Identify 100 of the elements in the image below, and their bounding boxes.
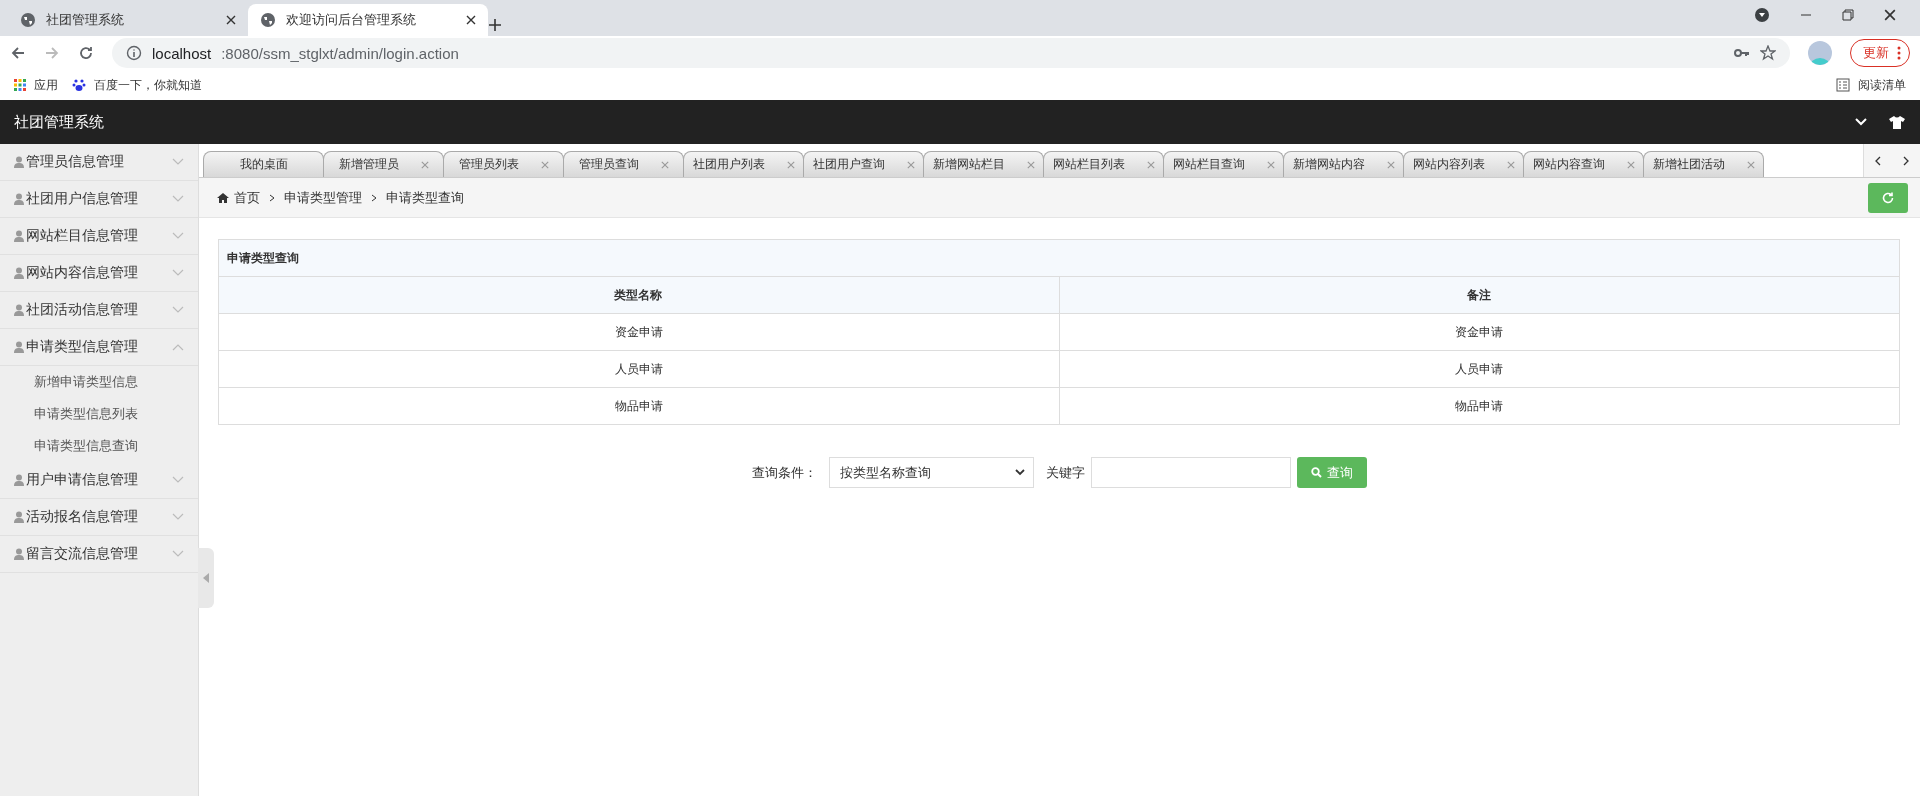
user-icon — [14, 548, 24, 560]
back-icon[interactable] — [10, 45, 26, 61]
close-icon — [540, 160, 549, 169]
close-icon — [1266, 160, 1275, 169]
sidebar-subitem[interactable]: 申请类型信息列表 — [0, 398, 198, 430]
close-icon — [420, 160, 429, 169]
collapse-handle[interactable] — [198, 548, 214, 608]
more-icon — [1897, 46, 1901, 60]
chevron-up-icon — [172, 343, 184, 351]
home-icon — [217, 191, 229, 204]
table-cell: 资金申请 — [1059, 313, 1900, 351]
chevron-down-icon — [172, 269, 184, 277]
column-header: 类型名称 — [218, 276, 1059, 314]
user-icon — [14, 267, 24, 279]
query-label: 查询条件： — [751, 463, 817, 482]
chevron-down-icon — [172, 513, 184, 521]
close-icon — [1026, 160, 1035, 169]
app-title: 社团管理系统 — [14, 112, 105, 132]
close-icon — [1386, 160, 1395, 169]
user-icon — [14, 341, 24, 353]
keyword-field[interactable] — [1090, 457, 1291, 488]
page-tab[interactable]: 新增网站栏目 — [923, 151, 1044, 177]
page-tab[interactable]: 新增网站内容 — [1283, 151, 1404, 177]
page-tab[interactable]: 管理员列表 — [443, 151, 564, 177]
sidebar-item[interactable]: 网站内容信息管理 — [0, 255, 198, 292]
breadcrumb-link[interactable]: 申请类型管理 — [284, 188, 362, 207]
table-cell: 物品申请 — [1059, 387, 1900, 425]
shirt-icon[interactable] — [1888, 115, 1906, 129]
globe-icon — [20, 12, 36, 28]
update-button[interactable]: 更新 — [1850, 39, 1910, 67]
sidebar-item[interactable]: 管理员信息管理 — [0, 144, 198, 181]
chevron-down-icon — [172, 158, 184, 166]
chevron-down-icon — [172, 476, 184, 484]
browser-tab[interactable]: 欢迎访问后台管理系统 — [248, 4, 488, 36]
user-icon — [14, 474, 24, 486]
close-icon — [1746, 160, 1755, 169]
breadcrumb-link[interactable]: 申请类型查询 — [386, 188, 464, 207]
close-icon — [1146, 160, 1155, 169]
page-tab[interactable]: 网站栏目查询 — [1163, 151, 1284, 177]
user-icon — [14, 511, 24, 523]
sidebar-item[interactable]: 留言交流信息管理 — [0, 536, 198, 573]
close-icon[interactable] — [1884, 9, 1896, 21]
breadcrumb-link[interactable]: 首页 — [217, 188, 260, 207]
chevron-left-icon — [1874, 155, 1882, 166]
reload-icon[interactable] — [78, 45, 94, 61]
tab-search-icon[interactable] — [1754, 7, 1770, 23]
sidebar-item[interactable]: 社团用户信息管理 — [0, 181, 198, 218]
chevron-down-icon — [172, 306, 184, 314]
close-icon — [226, 15, 236, 25]
sidebar-item[interactable]: 用户申请信息管理 — [0, 462, 198, 499]
sidebar-subitem[interactable]: 申请类型信息查询 — [0, 430, 198, 462]
page-tab[interactable]: 网站内容列表 — [1403, 151, 1524, 177]
page-tab[interactable]: 管理员查询 — [563, 151, 684, 177]
chevron-down-icon[interactable] — [1854, 117, 1868, 127]
sidebar-subitem[interactable]: 新增申请类型信息 — [0, 366, 198, 398]
chevron-down-icon — [172, 550, 184, 558]
keyword-label: 关键字 — [1045, 463, 1085, 482]
list-icon — [1836, 78, 1850, 92]
condition-select[interactable]: 按类型名称查询 — [828, 457, 1034, 488]
page-tab[interactable]: 我的桌面 — [203, 151, 324, 177]
chevron-right-icon — [268, 192, 276, 203]
close-icon — [1626, 160, 1635, 169]
paw-icon — [72, 78, 86, 92]
page-tab[interactable]: 网站栏目列表 — [1043, 151, 1164, 177]
user-icon — [14, 230, 24, 242]
bookmark[interactable]: 应用 — [14, 76, 58, 94]
page-tab[interactable]: 网站内容查询 — [1523, 151, 1644, 177]
triangle-left-icon — [203, 573, 209, 583]
chevron-right-icon — [1902, 155, 1910, 166]
search-icon — [1310, 467, 1322, 478]
close-icon — [660, 160, 669, 169]
reading-list[interactable]: 阅读清单 — [1836, 76, 1906, 94]
table-title: 申请类型查询 — [218, 239, 1900, 277]
refresh-icon — [1882, 191, 1894, 204]
chevron-right-icon — [370, 192, 378, 203]
sidebar-item[interactable]: 活动报名信息管理 — [0, 499, 198, 536]
page-tab[interactable]: 新增管理员 — [323, 151, 444, 177]
close-icon — [466, 15, 476, 25]
chevron-down-icon — [1014, 469, 1025, 476]
page-tab[interactable]: 新增社团活动 — [1643, 151, 1764, 177]
sidebar-item[interactable]: 社团活动信息管理 — [0, 292, 198, 329]
star-icon[interactable] — [1760, 45, 1776, 61]
chevron-down-icon — [172, 195, 184, 203]
apps-grid-icon — [14, 79, 26, 91]
page-tab[interactable]: 社团用户列表 — [683, 151, 804, 177]
sidebar-item[interactable]: 网站栏目信息管理 — [0, 218, 198, 255]
table-cell: 资金申请 — [218, 313, 1059, 351]
user-icon — [14, 304, 24, 316]
restore-icon[interactable] — [1842, 9, 1854, 21]
bookmark[interactable]: 百度一下，你就知道 — [72, 76, 202, 94]
column-header: 备注 — [1059, 276, 1900, 314]
close-icon — [906, 160, 915, 169]
browser-tab[interactable]: 社团管理系统 — [8, 4, 248, 36]
sidebar-item[interactable]: 申请类型信息管理 — [0, 329, 198, 366]
info-icon — [126, 45, 142, 61]
address-bar[interactable]: localhost :8080/ssm_stglxt/admin/login.action — [112, 38, 1790, 68]
globe-icon — [260, 12, 276, 28]
page-tab[interactable]: 社团用户查询 — [803, 151, 924, 177]
table-cell: 物品申请 — [218, 387, 1059, 425]
close-icon — [1506, 160, 1515, 169]
